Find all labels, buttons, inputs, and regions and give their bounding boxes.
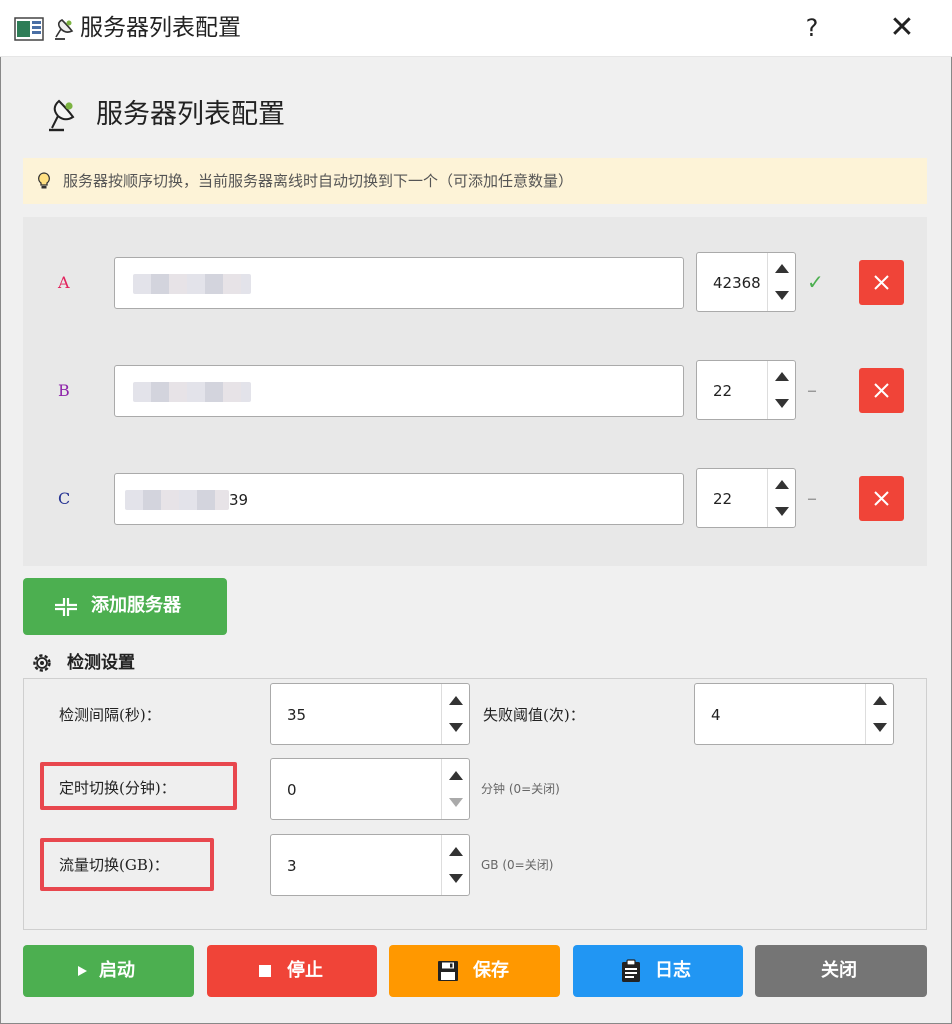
port-value: 22 xyxy=(713,382,733,400)
add-server-button[interactable]: 添加服务器 xyxy=(23,578,227,635)
window-app-icon xyxy=(14,17,44,41)
spin-down-icon[interactable] xyxy=(449,798,463,807)
delete-server-button[interactable] xyxy=(859,368,904,413)
close-icon xyxy=(874,491,889,506)
delete-server-button[interactable] xyxy=(859,476,904,521)
satellite-dish-icon xyxy=(55,19,74,40)
delete-server-button[interactable] xyxy=(859,260,904,305)
interval-value: 35 xyxy=(287,706,307,724)
status-unknown-icon: – xyxy=(807,378,817,402)
fail-threshold-label: 失败阈值(次)： xyxy=(483,706,585,724)
tip-text: 服务器按顺序切换，当前服务器离线时自动切换到下一个（可添加任意数量） xyxy=(63,172,574,190)
server-host-input[interactable] xyxy=(114,257,684,309)
spin-up-icon[interactable] xyxy=(775,264,789,273)
spin-down-icon[interactable] xyxy=(775,507,789,516)
interval-label: 检测间隔(秒)： xyxy=(59,706,161,724)
traffic-switch-hint: GB (0=关闭) xyxy=(481,858,554,872)
detection-settings-title: 检测设置 xyxy=(67,653,135,673)
stop-label: 停止 xyxy=(287,960,323,981)
spin-down-icon[interactable] xyxy=(449,874,463,883)
spin-up-icon[interactable] xyxy=(449,771,463,780)
server-row-b: B 22 – xyxy=(23,360,927,420)
spin-up-icon[interactable] xyxy=(775,480,789,489)
server-port-spinbox[interactable]: 22 xyxy=(696,468,796,528)
spin-down-icon[interactable] xyxy=(873,723,887,732)
save-button[interactable]: 保存 xyxy=(389,945,560,997)
log-button[interactable]: 日志 xyxy=(573,945,743,997)
spin-buttons xyxy=(441,759,469,819)
spin-up-icon[interactable] xyxy=(449,847,463,856)
spin-buttons xyxy=(767,361,795,419)
spin-up-icon[interactable] xyxy=(873,696,887,705)
save-label: 保存 xyxy=(473,960,509,981)
server-label: C xyxy=(58,489,71,508)
detection-settings-panel: 检测间隔(秒)： 35 失败阈值(次)： 4 定时切换(分钟)： 0 分钟 (0… xyxy=(23,678,927,930)
help-button[interactable]: ? xyxy=(796,10,828,46)
fail-threshold-spinbox[interactable]: 4 xyxy=(694,683,894,745)
stop-button[interactable]: 停止 xyxy=(207,945,377,997)
status-ok-icon: ✓ xyxy=(807,270,824,294)
window-close-button[interactable]: ✕ xyxy=(886,10,918,46)
start-button[interactable]: 启动 xyxy=(23,945,194,997)
host-suffix: 39 xyxy=(229,491,249,509)
server-port-spinbox[interactable]: 22 xyxy=(696,360,796,420)
server-row-a: A 42368 ✓ xyxy=(23,252,927,312)
add-server-icon xyxy=(55,598,77,616)
server-label: A xyxy=(58,273,70,292)
server-list: A 42368 ✓ B 22 – C 39 22 – xyxy=(23,217,927,566)
timed-switch-spinbox[interactable]: 0 xyxy=(270,758,470,820)
server-host-input[interactable]: 39 xyxy=(114,473,684,525)
redacted-host xyxy=(133,274,251,294)
traffic-switch-label: 流量切换(GB)： xyxy=(59,856,169,874)
spin-buttons xyxy=(441,684,469,744)
spin-buttons xyxy=(767,469,795,527)
interval-spinbox[interactable]: 35 xyxy=(270,683,470,745)
spin-up-icon[interactable] xyxy=(775,372,789,381)
status-unknown-icon: – xyxy=(807,486,817,510)
server-label: B xyxy=(58,381,70,400)
traffic-switch-value: 3 xyxy=(287,857,297,875)
timed-switch-value: 0 xyxy=(287,781,297,799)
close-icon xyxy=(874,383,889,398)
timed-switch-hint: 分钟 (0=关闭) xyxy=(481,782,560,796)
close-button[interactable]: 关闭 xyxy=(755,945,927,997)
server-row-c: C 39 22 – xyxy=(23,468,927,528)
satellite-dish-icon xyxy=(49,99,75,132)
timed-switch-label: 定时切换(分钟)： xyxy=(59,779,176,797)
page-title: 服务器列表配置 xyxy=(96,99,285,130)
close-icon xyxy=(874,275,889,290)
spin-down-icon[interactable] xyxy=(775,399,789,408)
add-server-label: 添加服务器 xyxy=(91,595,181,616)
spin-down-icon[interactable] xyxy=(449,723,463,732)
lightbulb-icon xyxy=(38,172,50,189)
tip-banner: 服务器按顺序切换，当前服务器离线时自动切换到下一个（可添加任意数量） xyxy=(23,158,927,204)
spin-buttons xyxy=(767,253,795,311)
spin-buttons xyxy=(441,835,469,895)
play-icon xyxy=(78,966,87,976)
start-label: 启动 xyxy=(99,960,135,981)
close-label: 关闭 xyxy=(821,960,857,981)
gear-icon xyxy=(33,654,51,672)
port-value: 42368 xyxy=(713,274,761,292)
spin-up-icon[interactable] xyxy=(449,696,463,705)
redacted-host xyxy=(125,490,229,510)
traffic-switch-spinbox[interactable]: 3 xyxy=(270,834,470,896)
spin-buttons xyxy=(865,684,893,744)
server-port-spinbox[interactable]: 42368 xyxy=(696,252,796,312)
port-value: 22 xyxy=(713,490,733,508)
server-host-input[interactable] xyxy=(114,365,684,417)
fail-threshold-value: 4 xyxy=(711,706,721,724)
clipboard-icon xyxy=(622,959,640,982)
redacted-host xyxy=(133,382,251,402)
title-bar: 服务器列表配置 ? ✕ xyxy=(0,0,952,57)
spin-down-icon[interactable] xyxy=(775,291,789,300)
floppy-disk-icon xyxy=(438,961,458,981)
stop-icon xyxy=(259,965,271,977)
window-title: 服务器列表配置 xyxy=(80,15,241,41)
log-label: 日志 xyxy=(655,960,691,981)
